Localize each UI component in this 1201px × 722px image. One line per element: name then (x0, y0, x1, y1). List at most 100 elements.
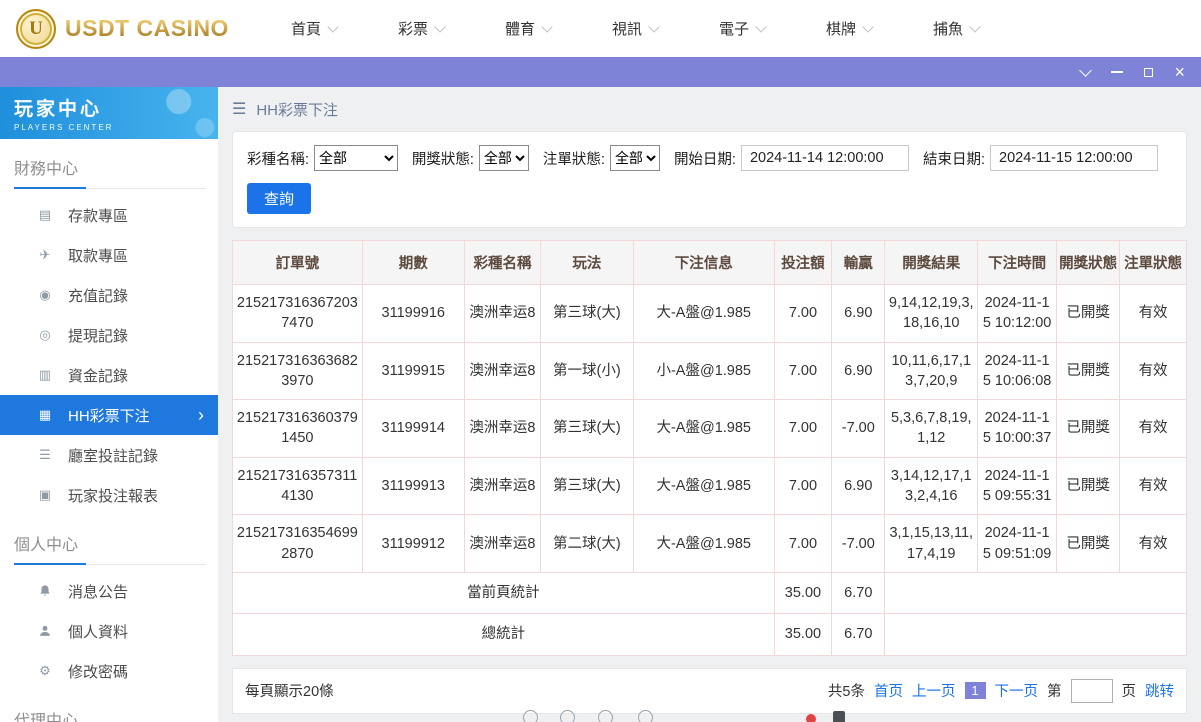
start-date-label: 開始日期: (673, 151, 736, 168)
jump-button[interactable]: 跳转 (1145, 680, 1174, 701)
table-cell: 已開獎 (1056, 514, 1121, 573)
table-cell: 澳洲幸运8 (463, 341, 542, 401)
sidebar-item-label: 充值記錄 (68, 287, 129, 305)
summary-win-total: 6.70 (831, 571, 886, 615)
sidebar-item-取款專區[interactable]: ✈ 取款專區 (0, 235, 218, 275)
minimize-icon[interactable] (1111, 57, 1124, 87)
jump-page-input[interactable] (1070, 678, 1113, 703)
column-header: 投注額 (773, 240, 833, 285)
close-icon[interactable]: × (1174, 57, 1185, 87)
jump-suffix-label: 页 (1121, 684, 1137, 701)
sidebar-item-玩家投注報表[interactable]: ▣ 玩家投注報表 (0, 475, 218, 515)
sidebar-item-消息公告[interactable]: 消息公告 (0, 571, 218, 611)
sidebar-item-資金記錄[interactable]: ▥ 資金記錄 (0, 355, 218, 395)
total-count: 共5条 (827, 684, 865, 701)
table-cell: 7.00 (773, 399, 833, 458)
collapse-chevron-icon[interactable] (1073, 57, 1093, 87)
table-row: 2152173163636823970 31199915 澳洲幸运8 第一球(小) 小-… (232, 341, 1187, 401)
end-date-input[interactable] (990, 145, 1158, 171)
table-cell: 31199914 (361, 399, 465, 458)
bet-status-select[interactable]: 全部 (609, 145, 660, 171)
table-cell: 大-A盤@1.985 (632, 284, 775, 343)
footer-icon[interactable] (598, 710, 613, 722)
table-cell: 3,14,12,17,13,2,4,16 (884, 456, 979, 516)
footer-icon[interactable] (523, 710, 538, 722)
usdt-casino-window: U USDT CASINO 首頁 彩票 體育 視訊 電子 棋牌 捕魚 × 玩家中心 PLAY… (0, 0, 1201, 722)
table-cell: 9,14,12,19,3,18,16,10 (884, 284, 979, 343)
jump-prefix-label: 第 (1047, 684, 1062, 701)
notification-dot (806, 714, 816, 722)
start-date-input[interactable] (740, 145, 909, 171)
bet-status-label: 注單狀態: (542, 151, 605, 168)
search-button[interactable]: 查詢 (247, 183, 312, 214)
draw-status-select[interactable]: 全部 (478, 145, 529, 171)
maximize-icon[interactable] (1144, 57, 1154, 87)
table-cell: 31199915 (361, 341, 465, 401)
table-cell: 大-A盤@1.985 (632, 514, 775, 573)
table-header-row: 訂單號 期數 彩種名稱 玩法 下注信息 投注額 輸贏 開獎結果 下注時間 開獎狀態 注單狀態 (232, 240, 1187, 285)
sidebar: 玩家中心 PLAYERS CENTER 財務中心 ▤ 存款專區 ✈ 取款專區 ◉ 充值記錄 ◎… (0, 87, 218, 722)
sidebar-item-label: 個人資料 (68, 623, 129, 641)
footer-icons (218, 710, 1201, 722)
main-content: ☰ HH彩票下注 彩種名稱: 全部 開獎狀態: 全部 注單狀態: 全部 開始日期… (218, 87, 1201, 722)
sidebar-item-充值記錄[interactable]: ◉ 充值記錄 (0, 275, 218, 315)
sidebar-item-個人資料[interactable]: 個人資料 (0, 611, 218, 651)
sidebar-item-label: 廳室投註記錄 (68, 447, 159, 465)
table-row: 2152173163573114130 31199913 澳洲幸运8 第三球(大) 大-… (232, 456, 1187, 516)
table-cell: 6.90 (831, 456, 886, 516)
sidebar-item-存款專區[interactable]: ▤ 存款專區 (0, 195, 218, 235)
sidebar-item-修改密碼[interactable]: ⚙ 修改密碼 (0, 651, 218, 691)
table-row: 2152173163546992870 31199912 澳洲幸运8 第二球(大) 大-… (232, 514, 1187, 573)
footer-icon[interactable] (833, 711, 845, 722)
nav-item-1[interactable]: 首頁 (291, 18, 339, 39)
table-cell: 2152173163546992870 (232, 514, 363, 573)
table-cell: 第三球(大) (540, 456, 634, 516)
nav-item-6[interactable]: 棋牌 (826, 18, 874, 39)
footer-icon[interactable] (560, 710, 575, 722)
deposit-card-icon: ▤ (38, 207, 52, 222)
nav-item-2[interactable]: 彩票 (398, 18, 446, 39)
nav-item-label: 捕魚 (933, 21, 964, 38)
table-cell: 3,1,15,13,11,17,4,19 (884, 514, 979, 573)
table-cell: 第一球(小) (540, 341, 634, 401)
nav-item-3[interactable]: 體育 (505, 18, 553, 39)
current-page[interactable]: 1 (964, 682, 986, 700)
sidebar-item-提現記錄[interactable]: ◎ 提現記錄 (0, 315, 218, 355)
table-cell: 2152173163573114130 (232, 456, 363, 516)
table-cell: 2152173163636823970 (232, 341, 363, 401)
next-page-link[interactable]: 下一页 (995, 680, 1039, 701)
nav-item-7[interactable]: 捕魚 (933, 18, 981, 39)
sidebar-section-label: 個人中心 (14, 515, 206, 565)
sidebar-item-label: 存款專區 (68, 207, 129, 225)
nav-item-5[interactable]: 電子 (719, 18, 767, 39)
chevron-down-icon (755, 21, 767, 33)
hamburger-icon[interactable]: ☰ (232, 99, 246, 119)
chevron-down-icon (541, 21, 553, 33)
logo[interactable]: U USDT CASINO (16, 8, 229, 49)
table-cell: 31199912 (361, 514, 465, 573)
footer-icon[interactable] (638, 710, 653, 722)
sidebar-section-label: 財務中心 (14, 139, 206, 189)
summary-label: 當前頁統計 (232, 571, 775, 615)
column-header: 彩種名稱 (463, 240, 542, 285)
logo-text: USDT CASINO (65, 15, 229, 41)
nav-item-4[interactable]: 視訊 (612, 18, 660, 39)
table-cell: 有效 (1119, 514, 1187, 573)
sidebar-item-廳室投註記錄[interactable]: ☰ 廳室投註記錄 (0, 435, 218, 475)
lottery-name-select[interactable]: 全部 (314, 145, 398, 171)
nav-item-label: 棋牌 (826, 21, 857, 38)
site-header: U USDT CASINO 首頁 彩票 體育 視訊 電子 棋牌 捕魚 (0, 0, 1201, 57)
table-cell: 有效 (1119, 399, 1187, 458)
table-cell: 2152173163603791450 (232, 399, 363, 458)
end-date-label: 結束日期: (922, 151, 985, 168)
sidebar-section-label: 代理中心 (14, 691, 206, 722)
table-cell: 7.00 (773, 284, 833, 343)
sidebar-item-label: 資金記錄 (68, 367, 129, 385)
logo-icon: U (16, 8, 56, 49)
prev-page-link[interactable]: 上一页 (912, 680, 956, 701)
summary-bet-total: 35.00 (773, 613, 833, 656)
nav-item-label: 電子 (719, 21, 750, 38)
sidebar-item-HH彩票下注[interactable]: ▦ HH彩票下注 › (0, 395, 218, 435)
sidebar-title: 玩家中心 (14, 99, 103, 120)
first-page-link[interactable]: 首页 (874, 680, 903, 701)
